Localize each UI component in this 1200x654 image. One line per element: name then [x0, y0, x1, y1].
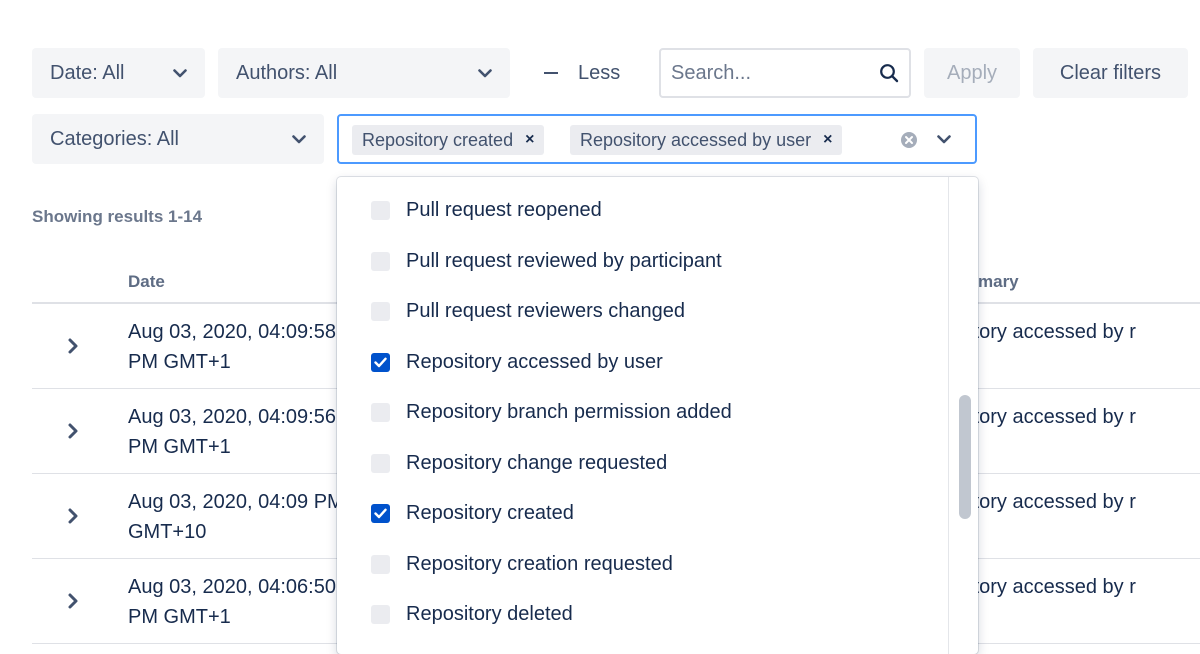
- row-date: Aug 03, 2020, 04:09:58 PM GMT+1: [128, 321, 336, 373]
- chevron-right-icon[interactable]: [67, 337, 79, 355]
- row-summary: ository accessed by r: [948, 491, 1136, 513]
- option-label: Repository change requested: [406, 451, 668, 474]
- menu-option[interactable]: Repository accessed by user: [337, 337, 949, 387]
- checkbox-unchecked[interactable]: [371, 402, 390, 422]
- chevron-right-icon[interactable]: [67, 422, 79, 440]
- selected-tag-label: Repository accessed by user: [580, 129, 812, 150]
- event-type-options-menu: Pull request reopened Pull request revie…: [337, 177, 978, 654]
- search-field[interactable]: [659, 48, 911, 98]
- menu-option[interactable]: Repository created: [337, 488, 949, 538]
- less-label: Less: [578, 61, 621, 84]
- results-count: Showing results 1-14: [32, 207, 203, 226]
- chevron-down-icon: [478, 68, 492, 77]
- checkbox-checked-icon[interactable]: [371, 503, 390, 523]
- checkbox-unchecked[interactable]: [371, 554, 390, 574]
- remove-tag-icon[interactable]: ×: [823, 131, 832, 149]
- chevron-right-icon[interactable]: [67, 592, 79, 610]
- row-date: Aug 03, 2020, 04:09:56 PM GMT+1: [128, 406, 336, 458]
- option-label: Pull request reviewed by participant: [406, 249, 722, 272]
- minus-icon: [544, 72, 558, 74]
- menu-option[interactable]: Pull request reopened: [337, 185, 949, 235]
- authors-filter-label: Authors: All: [236, 61, 338, 84]
- authors-filter-dropdown[interactable]: Authors: All: [218, 48, 510, 98]
- option-label: Repository creation requested: [406, 552, 673, 575]
- remove-tag-icon[interactable]: ×: [525, 131, 534, 149]
- row-date: Aug 03, 2020, 04:06:50 PM GMT+1: [128, 576, 336, 628]
- row-summary: ository accessed by r: [948, 576, 1136, 598]
- chevron-down-icon: [292, 134, 306, 143]
- categories-filter-label: Categories: All: [50, 127, 179, 150]
- option-label: Repository accessed by user: [406, 350, 663, 373]
- menu-option[interactable]: Repository branch permission added: [337, 387, 949, 437]
- menu-option[interactable]: Pull request reviewers changed: [337, 286, 949, 336]
- option-label: Pull request reopened: [406, 198, 602, 221]
- selected-tag: Repository created ×: [352, 125, 545, 155]
- date-filter-label: Date: All: [50, 61, 125, 84]
- chevron-right-icon[interactable]: [67, 507, 79, 525]
- date-filter-dropdown[interactable]: Date: All: [32, 48, 205, 98]
- menu-option[interactable]: Repository creation requested: [337, 539, 949, 589]
- clear-selection-icon[interactable]: [899, 130, 919, 150]
- column-header-summary: mary: [978, 272, 1019, 291]
- selected-tag-label: Repository created: [362, 129, 514, 150]
- checkbox-unchecked[interactable]: [371, 200, 390, 220]
- event-type-multiselect[interactable]: Repository created × Repository accessed…: [337, 114, 977, 164]
- column-header-date: Date: [128, 272, 165, 291]
- selected-tag: Repository accessed by user ×: [570, 125, 843, 155]
- checkbox-unchecked[interactable]: [371, 453, 390, 473]
- row-summary: ository accessed by r: [948, 406, 1136, 428]
- option-label: Repository deleted: [406, 602, 573, 625]
- search-icon[interactable]: [879, 63, 899, 83]
- option-label: Repository branch permission added: [406, 400, 732, 423]
- menu-option[interactable]: Repository change requested: [337, 438, 949, 488]
- apply-button[interactable]: Apply: [924, 48, 1020, 98]
- search-input[interactable]: [671, 61, 861, 85]
- row-summary: ository accessed by r: [948, 321, 1136, 343]
- categories-filter-dropdown[interactable]: Categories: All: [32, 114, 324, 164]
- chevron-down-icon: [173, 68, 187, 77]
- clear-filters-button[interactable]: Clear filters: [1033, 48, 1188, 98]
- checkbox-checked-icon[interactable]: [371, 352, 390, 372]
- checkbox-unchecked[interactable]: [371, 251, 390, 271]
- scrollbar-track: [948, 177, 949, 654]
- option-label: Repository created: [406, 501, 574, 524]
- option-label: Pull request reviewers changed: [406, 299, 686, 322]
- checkbox-unchecked[interactable]: [371, 301, 390, 321]
- less-filters-toggle[interactable]: Less: [544, 48, 620, 98]
- chevron-down-icon[interactable]: [937, 135, 951, 144]
- menu-option[interactable]: Pull request reviewed by participant: [337, 236, 949, 286]
- scrollbar-thumb[interactable]: [959, 395, 971, 519]
- checkbox-unchecked[interactable]: [371, 604, 390, 624]
- row-date: Aug 03, 2020, 04:09 PM GMT+10: [128, 491, 344, 543]
- menu-option[interactable]: Repository deleted: [337, 589, 949, 639]
